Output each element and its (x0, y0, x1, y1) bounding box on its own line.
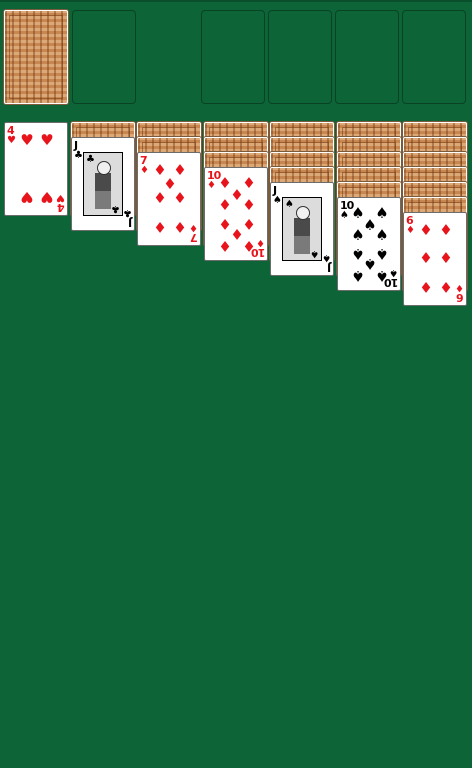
spades-pip-icon: ♠ (351, 226, 365, 244)
diamonds-pip-icon: ♦ (439, 278, 453, 296)
diamonds-pip-icon: ♦ (242, 237, 256, 255)
hearts-icon: ♥ (56, 192, 65, 203)
corner-rank-bottom: 6 (457, 291, 464, 304)
diamonds-pip-icon: ♦ (218, 196, 232, 214)
spades-icon: ♠ (340, 210, 349, 221)
spades-icon: ♠ (285, 199, 294, 210)
corner-rank-bottom: 7 (191, 231, 198, 244)
jack-illustration: ♣ ♣ (83, 152, 123, 216)
spades-icon: ♠ (310, 248, 319, 259)
corner-rank-bottom: 4 (58, 201, 65, 214)
spades-pip-icon: ♠ (351, 267, 365, 285)
diamonds-icon: ♦ (406, 225, 415, 236)
hearts-pip-icon: ♥ (40, 131, 54, 149)
foundation-slot-2[interactable] (268, 10, 332, 104)
diamonds-icon: ♦ (455, 282, 464, 293)
foundation-slot-1[interactable] (201, 10, 265, 104)
card-7-of-diamonds[interactable]: 7 ♦ 7 ♦ ♦ ♦ ♦ ♦ ♦ ♦ ♦ (137, 152, 201, 246)
diamonds-icon: ♦ (189, 222, 198, 233)
diamonds-pip-icon: ♦ (439, 221, 453, 239)
diamonds-pip-icon: ♦ (439, 249, 453, 267)
diamonds-pip-icon: ♦ (218, 237, 232, 255)
spades-pip-icon: ♠ (375, 226, 389, 244)
foundation-slot-4[interactable] (402, 10, 466, 104)
diamonds-pip-icon: ♦ (242, 196, 256, 214)
diamonds-pip-icon: ♦ (153, 218, 167, 236)
hearts-pip-icon: ♥ (20, 131, 34, 149)
jack-illustration: ♠ ♠ (282, 197, 322, 261)
diamonds-icon: ♦ (256, 237, 265, 248)
clubs-icon: ♣ (74, 150, 83, 161)
corner-rank-bottom: J (327, 261, 331, 274)
spades-icon: ♠ (322, 252, 331, 263)
diamonds-pip-icon: ♦ (153, 189, 167, 207)
diamonds-pip-icon: ♦ (419, 221, 433, 239)
spades-pip-icon: ♠ (375, 267, 389, 285)
foundation-slot-3[interactable] (335, 10, 399, 104)
diamonds-icon: ♦ (207, 180, 216, 191)
corner-rank-bottom: J (128, 216, 132, 229)
clubs-icon: ♣ (123, 207, 132, 218)
clubs-icon: ♣ (86, 154, 95, 165)
diamonds-pip-icon: ♦ (173, 189, 187, 207)
diamonds-pip-icon: ♦ (173, 218, 187, 236)
diamonds-pip-icon: ♦ (419, 278, 433, 296)
diamonds-icon: ♦ (140, 165, 149, 176)
court-face (296, 206, 310, 220)
court-face (97, 161, 111, 175)
card-10-of-spades[interactable]: 10 ♠ 10 ♠ ♠ ♠ ♠ ♠ ♠ ♠ ♠ ♠ ♠ ♠ (337, 197, 401, 291)
hearts-icon: ♥ (7, 135, 16, 146)
diamonds-pip-icon: ♦ (419, 249, 433, 267)
card-6-of-diamonds[interactable]: 6 ♦ 6 ♦ ♦ ♦ ♦ ♦ ♦ ♦ (403, 212, 467, 306)
hearts-pip-icon: ♥ (20, 188, 34, 206)
hearts-pip-icon: ♥ (40, 188, 54, 206)
spades-icon: ♠ (273, 195, 282, 206)
spades-icon: ♠ (389, 267, 398, 278)
card-j-of-clubs[interactable]: J ♣ J ♣ ♣ ♣ (71, 137, 135, 231)
stock-pile[interactable] (4, 10, 68, 104)
top-edge (0, 0, 472, 2)
card-4-of-hearts[interactable]: 4 ♥ 4 ♥ ♥ ♥ ♥ ♥ (4, 122, 68, 216)
waste-slot[interactable] (72, 10, 136, 104)
clubs-icon: ♣ (111, 203, 120, 214)
card-j-of-spades[interactable]: J ♠ J ♠ ♠ ♠ (270, 182, 334, 276)
card-10-of-diamonds[interactable]: 10 ♦ 10 ♦ ♦ ♦ ♦ ♦ ♦ ♦ ♦ ♦ ♦ ♦ (204, 167, 268, 261)
